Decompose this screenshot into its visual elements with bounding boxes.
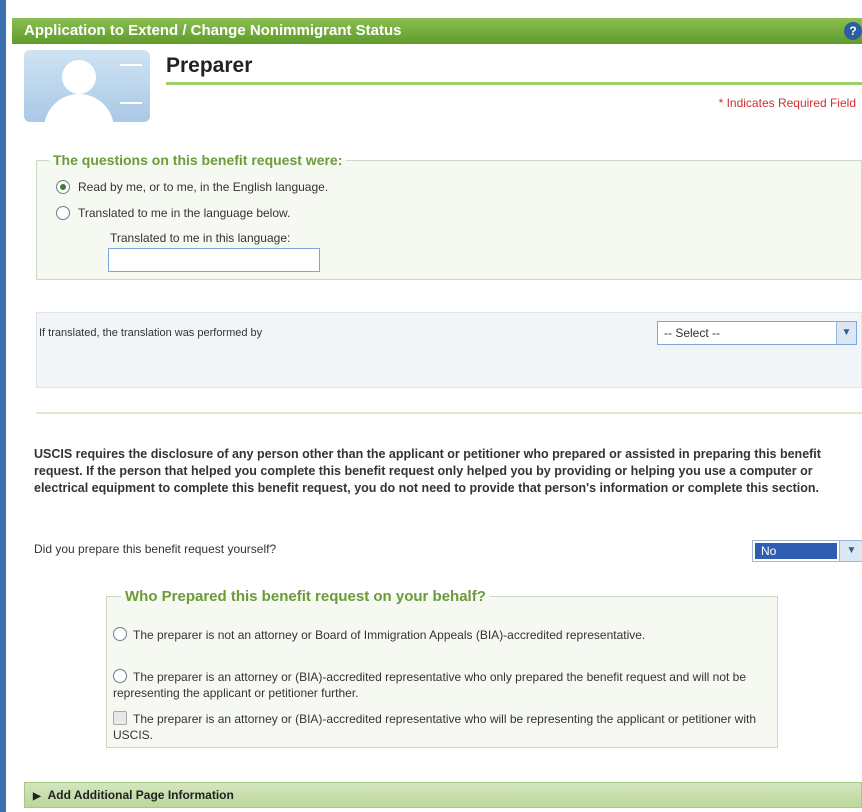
radio-label-english: Read by me, or to me, in the English lan… xyxy=(78,180,329,194)
radio-button-attorney-prepared-only[interactable] xyxy=(113,669,127,683)
radio-option-english[interactable]: Read by me, or to me, in the English lan… xyxy=(56,180,328,194)
radio-button-translated[interactable] xyxy=(56,206,70,220)
add-page-info-bar[interactable]: ▶ Add Additional Page Information xyxy=(24,782,862,808)
preparer-option-attorney-representing[interactable]: The preparer is an attorney or (BIA)-acc… xyxy=(113,711,763,743)
self-prepared-question: Did you prepare this benefit request you… xyxy=(34,542,277,556)
chevron-down-icon[interactable]: ▼ xyxy=(836,322,856,344)
self-prepared-value: No xyxy=(755,543,837,559)
help-icon[interactable]: ? xyxy=(844,22,862,40)
radio-button-english[interactable] xyxy=(56,180,70,194)
language-input[interactable] xyxy=(108,248,320,272)
who-prepared-fieldset: Who Prepared this benefit request on you… xyxy=(106,588,778,748)
title-divider xyxy=(166,82,862,85)
radio-button-attorney-representing[interactable] xyxy=(113,711,127,725)
add-page-info-label: Add Additional Page Information xyxy=(47,788,234,802)
translation-label: If translated, the translation was perfo… xyxy=(39,327,263,339)
chevron-down-icon[interactable]: ▼ xyxy=(839,541,862,561)
translation-panel: If translated, the translation was perfo… xyxy=(36,312,862,388)
translator-select[interactable]: -- Select -- ▼ xyxy=(657,321,857,345)
self-prepared-select[interactable]: No ▼ xyxy=(752,540,862,562)
section-divider xyxy=(36,412,862,414)
preparer-option-label: The preparer is an attorney or (BIA)-acc… xyxy=(113,670,747,700)
required-field-note: * Indicates Required Field xyxy=(718,96,856,110)
radio-option-translated[interactable]: Translated to me in the language below. xyxy=(56,206,290,220)
preparer-option-attorney-prepared-only[interactable]: The preparer is an attorney or (BIA)-acc… xyxy=(113,669,763,701)
radio-button-not-attorney[interactable] xyxy=(113,627,127,641)
disclosure-text: USCIS requires the disclosure of any per… xyxy=(34,447,821,495)
app-frame: Application to Extend / Change Nonimmigr… xyxy=(0,0,862,812)
who-prepared-legend: Who Prepared this benefit request on you… xyxy=(125,588,486,605)
language-legend: The questions on this benefit request we… xyxy=(53,152,343,168)
expand-triangle-icon: ▶ xyxy=(33,791,41,802)
window-title-bar: Application to Extend / Change Nonimmigr… xyxy=(12,18,862,44)
radio-label-translated: Translated to me in the language below. xyxy=(78,206,291,220)
preparer-option-label: The preparer is an attorney or (BIA)-acc… xyxy=(113,712,756,742)
user-avatar-icon xyxy=(24,50,150,122)
window-title: Application to Extend / Change Nonimmigr… xyxy=(24,22,402,39)
page-title: Preparer xyxy=(166,54,253,77)
language-field-label: Translated to me in this language: xyxy=(110,231,291,245)
preparer-option-not-attorney[interactable]: The preparer is not an attorney or Board… xyxy=(113,627,763,643)
preparer-option-label: The preparer is not an attorney or Board… xyxy=(133,628,646,642)
translator-select-value: -- Select -- xyxy=(664,326,721,340)
